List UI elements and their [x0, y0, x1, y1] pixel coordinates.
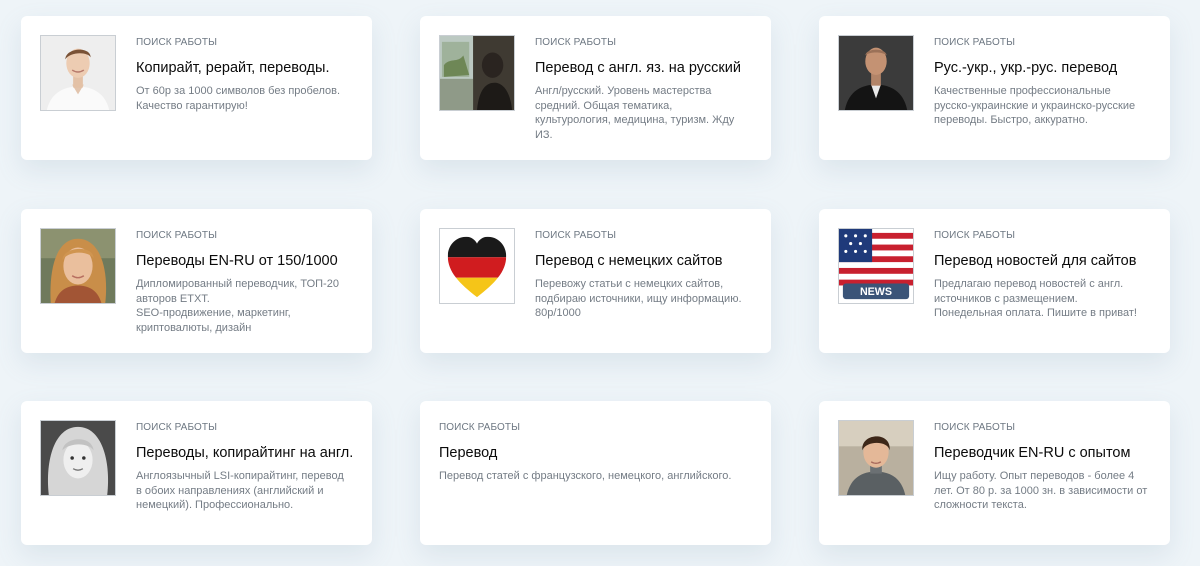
listing-description: Качественные профессиональные русско-укр…	[934, 85, 1136, 126]
listing-card-english-copywriting[interactable]: Поиск работы Переводы, копирайтинг на ан…	[21, 401, 372, 545]
job-listing-grid: Поиск работы Копирайт, рерайт, переводы.…	[0, 0, 1200, 566]
us-flag-news-avatar[interactable]: NEWS	[838, 228, 914, 304]
listing-description: Дипломированный переводчик, ТОП-20 автор…	[136, 278, 339, 334]
german-flag-heart-avatar[interactable]	[439, 228, 515, 304]
listing-card-article-translation[interactable]: Поиск работы Перевод Перевод статей с фр…	[420, 401, 771, 545]
listing-category: Поиск работы	[535, 230, 617, 241]
listing-card-news-translation[interactable]: NEWS Поиск работы Перевод новостей для с…	[819, 209, 1170, 353]
listing-description: Англ/русский. Уровень мастерства средний…	[535, 85, 735, 141]
listing-title[interactable]: Копирайт, рерайт, переводы.	[136, 59, 358, 77]
woman-blonde-avatar[interactable]	[40, 228, 116, 304]
listing-card-rus-ukr-translation[interactable]: Поиск работы Рус.-укр., укр.-рус. перево…	[819, 16, 1170, 160]
man-white-shirt-avatar[interactable]	[40, 35, 116, 111]
listing-category: Поиск работы	[535, 37, 617, 48]
listing-description: Ищу работу. Опыт переводов - более 4 лет…	[934, 470, 1148, 511]
listing-title[interactable]: Перевод с англ. яз. на русский	[535, 59, 757, 77]
listing-category: Поиск работы	[439, 422, 521, 433]
listing-title[interactable]: Переводы, копирайтинг на англ.	[136, 444, 358, 462]
listing-category: Поиск работы	[136, 422, 218, 433]
man-dark-suit-avatar[interactable]	[838, 35, 914, 111]
listing-category: Поиск работы	[136, 230, 218, 241]
listing-description: От 60р за 1000 символов без пробелов. Ка…	[136, 85, 340, 112]
listing-title[interactable]: Перевод	[439, 444, 757, 462]
listing-title[interactable]: Переводы EN-RU от 150/1000	[136, 252, 358, 270]
listing-description: Перевод статей с французского, немецкого…	[439, 470, 732, 482]
listing-card-german-sites[interactable]: Поиск работы Перевод с немецких сайтов П…	[420, 209, 771, 353]
listing-card-en-ru-150[interactable]: Поиск работы Переводы EN-RU от 150/1000 …	[21, 209, 372, 353]
listing-description: Англоязычный LSI-копирайтинг, перевод в …	[136, 470, 344, 511]
listing-title[interactable]: Перевод новостей для сайтов	[934, 252, 1156, 270]
listing-description: Перевожу статьи с немецких сайтов, подби…	[535, 278, 742, 319]
svg-text:NEWS: NEWS	[860, 286, 892, 298]
listing-card-en-ru-translation[interactable]: Поиск работы Перевод с англ. яз. на русс…	[420, 16, 771, 160]
listing-category: Поиск работы	[934, 37, 1016, 48]
listing-title[interactable]: Перевод с немецких сайтов	[535, 252, 757, 270]
listing-description: Предлагаю перевод новостей с англ. источ…	[934, 278, 1137, 319]
listing-category: Поиск работы	[934, 230, 1016, 241]
woman-bw-avatar[interactable]	[40, 420, 116, 496]
woman-short-hair-avatar[interactable]	[838, 420, 914, 496]
listing-category: Поиск работы	[136, 37, 218, 48]
person-by-window-avatar[interactable]	[439, 35, 515, 111]
listing-card-copywriting[interactable]: Поиск работы Копирайт, рерайт, переводы.…	[21, 16, 372, 160]
listing-category: Поиск работы	[934, 422, 1016, 433]
listing-title[interactable]: Переводчик EN-RU с опытом	[934, 444, 1156, 462]
listing-title[interactable]: Рус.-укр., укр.-рус. перевод	[934, 59, 1156, 77]
listing-card-experienced-translator[interactable]: Поиск работы Переводчик EN-RU с опытом И…	[819, 401, 1170, 545]
